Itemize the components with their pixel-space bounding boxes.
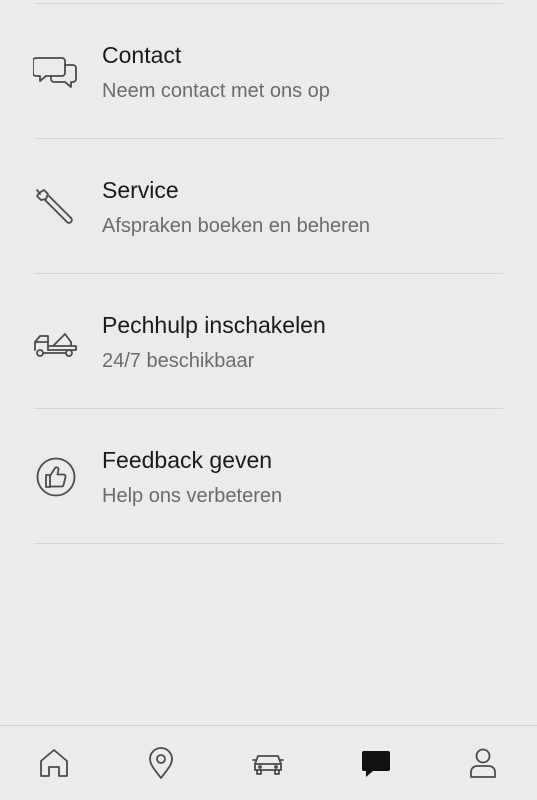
wrench-icon: [33, 187, 79, 227]
home-icon: [37, 746, 71, 780]
menu-item-contact[interactable]: Contact Neem contact met ons op: [0, 4, 537, 139]
tab-profile[interactable]: [443, 726, 523, 800]
chat-bubble-icon: [359, 746, 393, 780]
menu-item-title: Service: [102, 177, 179, 203]
thumbs-up-icon: [33, 457, 79, 497]
tow-truck-icon: [33, 322, 79, 362]
bottom-tab-bar: [0, 725, 537, 800]
menu-item-title: Pechhulp inschakelen: [102, 312, 326, 338]
menu-item-roadside-assistance[interactable]: Pechhulp inschakelen 24/7 beschikbaar: [0, 274, 537, 409]
menu-list: Contact Neem contact met ons op Service …: [0, 4, 537, 544]
menu-item-service[interactable]: Service Afspraken boeken en beheren: [0, 139, 537, 274]
chat-bubbles-icon: [33, 52, 79, 92]
menu-item-subtitle: 24/7 beschikbaar: [102, 350, 255, 372]
menu-item-subtitle: Neem contact met ons op: [102, 80, 330, 102]
location-pin-icon: [144, 746, 178, 780]
menu-item-title: Contact: [102, 42, 182, 68]
tab-map[interactable]: [121, 726, 201, 800]
person-icon: [466, 746, 500, 780]
tab-support[interactable]: [336, 726, 416, 800]
menu-item-title: Feedback geven: [102, 447, 273, 473]
tab-home[interactable]: [14, 726, 94, 800]
menu-item-feedback[interactable]: Feedback geven Help ons verbeteren: [0, 409, 537, 544]
menu-item-subtitle: Afspraken boeken en beheren: [102, 215, 370, 237]
tab-car[interactable]: [228, 726, 308, 800]
support-screen: Contact Neem contact met ons op Service …: [0, 0, 537, 800]
car-icon: [251, 746, 285, 780]
menu-item-subtitle: Help ons verbeteren: [102, 485, 283, 507]
